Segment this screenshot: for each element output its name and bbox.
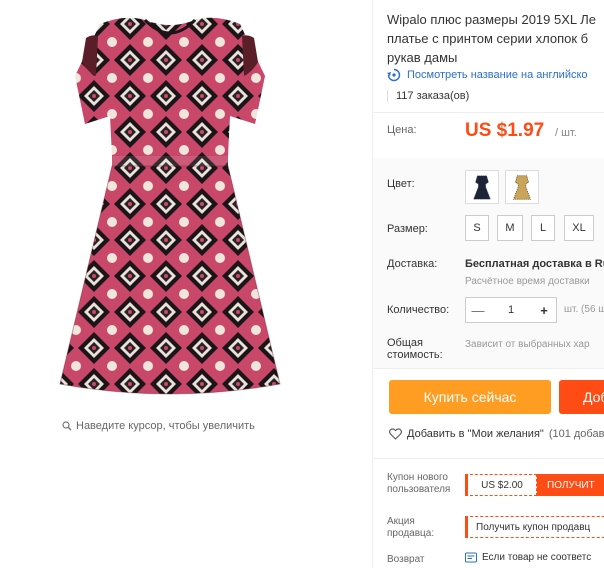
product-title-line: Wipalo плюс размеры 2019 5XL Ле (387, 12, 597, 27)
product-gallery: Наведите курсор, чтобы увеличить (0, 0, 372, 568)
returns-policy-text: Если товар не соответс (482, 552, 592, 563)
size-label: Размер: (387, 223, 428, 235)
color-swatch-beige[interactable] (505, 170, 539, 204)
divider (373, 368, 604, 369)
size-option-l[interactable]: L (531, 215, 555, 241)
get-coupon-button[interactable]: ПОЛУЧИТ (537, 474, 604, 496)
wishlist-count: (101 добав (548, 428, 604, 440)
price-value: US $1.97 (465, 120, 545, 141)
dress-beige-thumbnail (512, 175, 532, 200)
quantity-increase-button[interactable]: + (532, 303, 556, 318)
quantity-label: Количество: (387, 304, 450, 316)
price-unit: / шт. (555, 127, 577, 139)
dress-navy-thumbnail (473, 175, 491, 200)
product-info: Wipalo плюс размеры 2019 5XL Ле платье с… (372, 0, 604, 568)
size-option-s[interactable]: S (465, 215, 489, 241)
divider (373, 458, 604, 459)
color-swatch-navy[interactable] (465, 170, 499, 204)
translate-link-text: Посмотреть название на английско (407, 69, 588, 81)
size-option-xl[interactable]: XL (564, 215, 594, 241)
product-image[interactable] (40, 6, 300, 410)
shipping-method[interactable]: Бесплатная доставка в Ru (465, 258, 604, 270)
orders-count: 117 заказа(ов) (387, 90, 469, 102)
quantity-decrease-button[interactable]: — (466, 303, 490, 318)
color-label: Цвет: (387, 178, 415, 190)
total-label-line: стоимость: (387, 349, 443, 361)
product-title-line: платье с принтом серии хлопок б (387, 31, 589, 46)
returns-label: Возврат (387, 554, 425, 565)
quantity-input[interactable]: 1 (490, 304, 532, 316)
product-title-line: рукав дамы (387, 50, 458, 65)
promo-label-line: продавца: (387, 528, 435, 539)
returns-policy[interactable]: Если товар не соответс (465, 552, 591, 563)
quantity-stepper: — 1 + (465, 297, 557, 323)
wishlist-label: Добавить в "Мои желания" (407, 428, 544, 440)
translate-icon (387, 68, 401, 82)
shipping-label: Доставка: (387, 258, 438, 270)
translate-title-link[interactable]: Посмотреть название на английско (387, 68, 588, 82)
new-user-coupon-label: Купон нового пользователя (387, 472, 450, 496)
magnifier-icon (62, 421, 72, 431)
return-policy-icon (465, 552, 477, 563)
zoom-hint-text: Наведите курсор, чтобы увеличить (76, 420, 255, 432)
add-to-wishlist-link[interactable]: Добавить в "Мои желания" (101 добав (389, 428, 604, 440)
coupon-label-line: Купон нового (387, 472, 448, 483)
delivery-estimate: Расчётное время доставки (465, 276, 590, 287)
seller-promo-label: Акция продавца: (387, 516, 434, 540)
stock-note: шт. (56 ш (564, 304, 604, 315)
add-to-cart-button[interactable]: Доб (559, 380, 604, 414)
total-label: Общая стоимость: (387, 337, 443, 361)
new-user-coupon: US $2.00 ПОЛУЧИТ (465, 474, 604, 496)
product-title: Wipalo плюс размеры 2019 5XL Ле платье с… (387, 10, 604, 67)
zoom-hint: Наведите курсор, чтобы увеличить (62, 420, 255, 432)
total-value: Зависит от выбранных хар (465, 339, 590, 350)
promo-label-line: Акция (387, 516, 415, 527)
size-option-m[interactable]: M (497, 215, 523, 241)
total-label-line: Общая (387, 337, 423, 349)
heart-icon (389, 428, 402, 440)
get-seller-coupon-button[interactable]: Получить купон продавц (465, 516, 604, 538)
buy-now-button[interactable]: Купить сейчас (389, 380, 551, 414)
coupon-value: US $2.00 (465, 474, 537, 496)
price-label: Цена: (387, 124, 417, 136)
coupon-label-line: пользователя (387, 484, 451, 495)
divider (373, 112, 604, 113)
